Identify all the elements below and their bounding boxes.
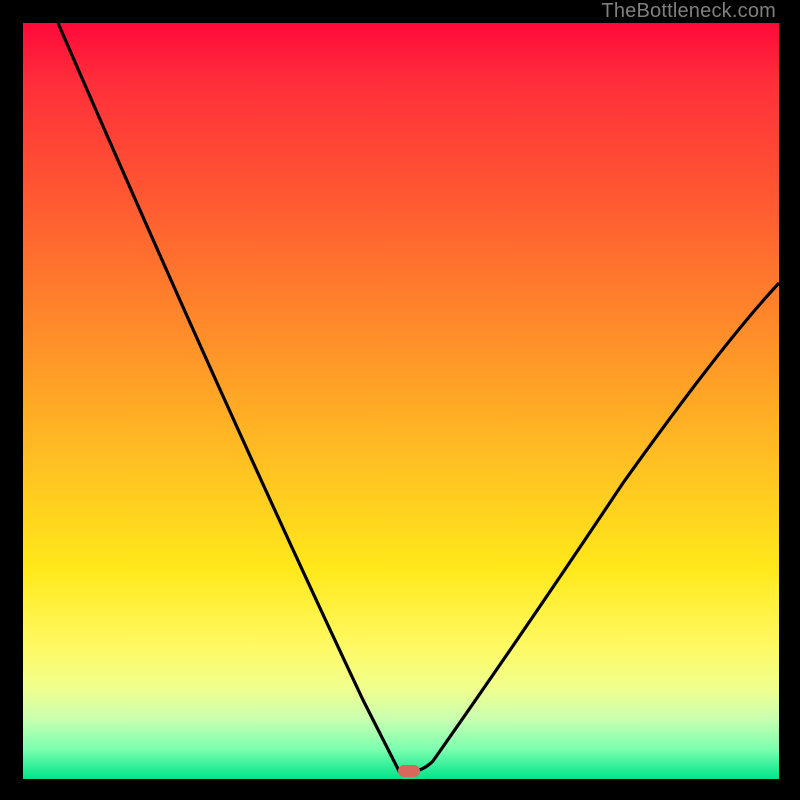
minimum-marker: [398, 765, 420, 777]
curve-right-branch: [413, 283, 779, 771]
chart-frame: TheBottleneck.com: [0, 0, 800, 800]
plot-area: [23, 23, 779, 779]
watermark-text: TheBottleneck.com: [601, 0, 776, 22]
bottleneck-curve: [23, 23, 779, 779]
curve-left-branch: [58, 23, 413, 771]
